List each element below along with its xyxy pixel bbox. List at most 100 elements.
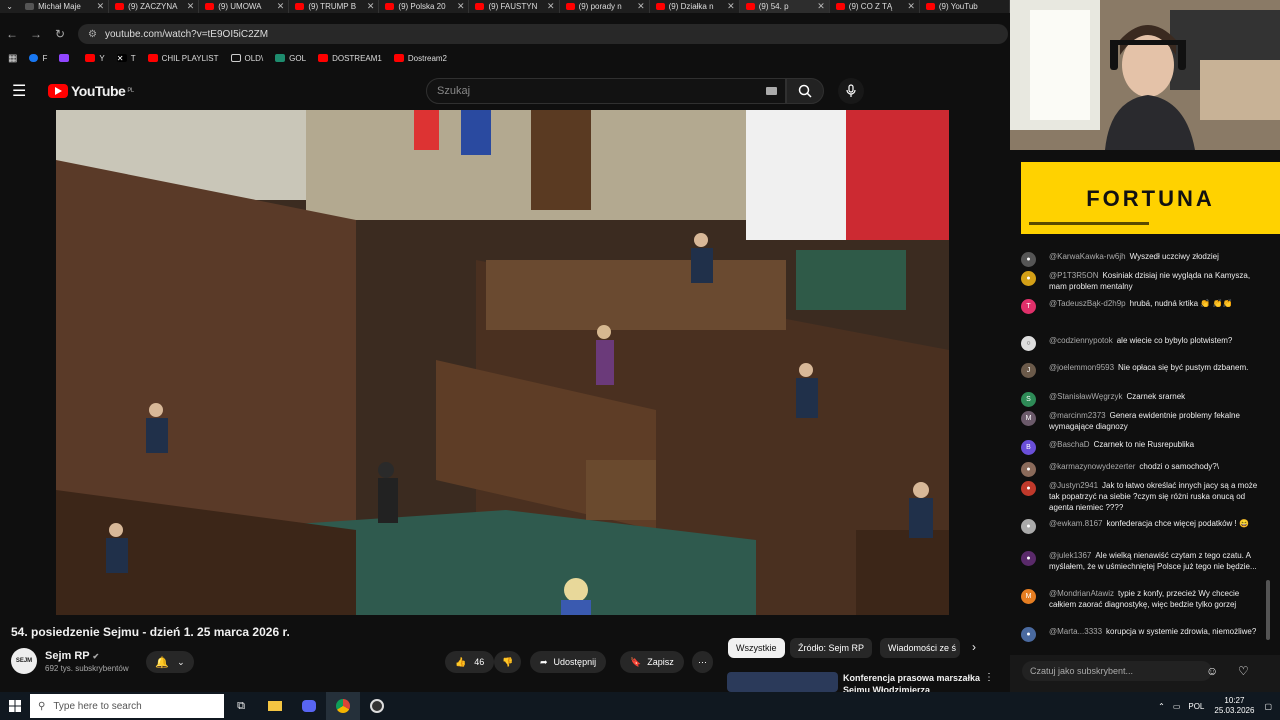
chip-all[interactable]: Wszystkie xyxy=(728,638,785,658)
youtube-play-icon xyxy=(48,84,68,98)
related-video-title[interactable]: Konferencja prasowa marszałka Sejmu Włod… xyxy=(843,672,983,692)
youtube-favicon-icon xyxy=(205,3,215,10)
chip-news[interactable]: Wiadomości ze ś xyxy=(880,638,960,658)
related-video-thumbnail[interactable] xyxy=(727,672,838,692)
discord-icon[interactable] xyxy=(292,692,326,720)
bookmark-item[interactable]: ✕ T xyxy=(116,54,136,63)
clock[interactable]: 10:27 25.03.2026 xyxy=(1214,696,1254,716)
windows-start-icon[interactable] xyxy=(0,700,30,712)
notification-icon[interactable]: ▢ xyxy=(1264,702,1272,711)
close-icon[interactable]: ✕ xyxy=(637,1,645,12)
chat-message: ● @Marta...3333 korupcja w systemie zdrowi… xyxy=(1020,626,1265,642)
search-button[interactable] xyxy=(786,78,824,104)
tab-search-chevron-icon[interactable]: ⌄ xyxy=(0,0,19,13)
tray-chevron-icon[interactable]: ⌃ xyxy=(1158,702,1165,711)
heart-icon[interactable]: ♡ xyxy=(1238,664,1249,678)
task-view-icon[interactable]: ⧉ xyxy=(224,692,258,720)
bookmark-item[interactable]: CHIL PLAYLIST xyxy=(147,54,219,63)
dislike-button[interactable]: 👎 xyxy=(494,651,522,673)
browser-tab[interactable]: (9) YouTub xyxy=(920,0,1010,13)
chat-message: ● @P1T3R5ON Kosiniak dzisiaj nie wygląda n… xyxy=(1020,270,1265,292)
close-icon[interactable]: ✕ xyxy=(727,1,735,12)
bookmark-item[interactable]: F xyxy=(29,54,47,63)
share-button[interactable]: ➦ Udostępnij xyxy=(530,651,607,673)
channel-name[interactable]: Sejm RP ✔ xyxy=(45,650,129,662)
site-info-icon[interactable]: ⚙ xyxy=(88,29,97,40)
emoji-icon[interactable]: ☺ xyxy=(1206,664,1218,678)
video-player[interactable] xyxy=(56,110,949,615)
close-icon[interactable]: ✕ xyxy=(367,1,375,12)
chat-scrollbar[interactable] xyxy=(1266,580,1270,640)
browser-tab-active[interactable]: (9) 54. p ✕ xyxy=(739,0,830,13)
obs-icon[interactable] xyxy=(360,692,394,720)
save-button[interactable]: 🔖 Zapisz xyxy=(620,651,684,673)
close-icon[interactable]: ✕ xyxy=(187,1,195,12)
close-icon[interactable]: ✕ xyxy=(817,1,825,12)
channel-info[interactable]: SEJM Sejm RP ✔ 692 tys. subskrybentów xyxy=(11,648,129,674)
like-button[interactable]: 👍 46 xyxy=(445,651,495,673)
windows-taskbar: ⚲ Type here to search ⧉ ⌃ ▭ POL 10:27 25.0… xyxy=(0,692,1280,720)
close-icon[interactable]: ✕ xyxy=(457,1,465,12)
bookmark-item[interactable] xyxy=(59,54,73,62)
chat-avatar: ● xyxy=(1021,481,1036,496)
browser-tab[interactable]: (9) ZACZYNA ✕ xyxy=(109,0,200,13)
tab-favicon-icon xyxy=(25,3,35,10)
bookmark-folder[interactable]: OLD\ xyxy=(230,54,263,63)
file-explorer-icon[interactable] xyxy=(258,692,292,720)
close-icon[interactable]: ✕ xyxy=(97,1,105,12)
search-icon: ⚲ xyxy=(38,700,46,712)
more-actions-button[interactable]: ⋯ xyxy=(692,651,713,673)
search-icon xyxy=(798,84,812,98)
browser-tab[interactable]: (9) Działka n ✕ xyxy=(650,0,740,13)
browser-tab[interactable]: (9) CO Z TĄ ✕ xyxy=(830,0,920,13)
bookmark-icon: 🔖 xyxy=(630,656,642,667)
channel-avatar[interactable]: SEJM xyxy=(11,648,37,674)
network-icon[interactable]: ▭ xyxy=(1173,702,1181,711)
bookmark-item[interactable]: Y xyxy=(85,54,105,63)
chevron-right-icon[interactable]: › xyxy=(972,640,976,654)
microphone-icon xyxy=(846,84,856,97)
close-icon[interactable]: ✕ xyxy=(907,1,915,12)
chip-source[interactable]: Źródło: Sejm RP xyxy=(790,638,873,658)
sponsor-fineprint xyxy=(1029,222,1149,225)
forward-icon[interactable]: → xyxy=(24,27,48,41)
language-indicator[interactable]: POL xyxy=(1188,702,1204,711)
share-icon: ➦ xyxy=(540,656,548,667)
windows-logo-icon xyxy=(9,700,21,712)
search-input[interactable]: Szukaj xyxy=(426,78,786,104)
close-icon[interactable]: ✕ xyxy=(547,1,555,12)
bookmark-item[interactable]: DOSTREAM1 xyxy=(318,54,382,63)
related-more-icon[interactable]: ⋮ xyxy=(984,672,994,683)
url-field[interactable]: ⚙ youtube.com/watch?v=tE9OI5iC2ZM xyxy=(78,24,1008,44)
bookmark-item[interactable]: Dostream2 xyxy=(393,54,447,63)
youtube-favicon-icon xyxy=(385,3,395,10)
voice-search-button[interactable] xyxy=(838,78,864,104)
close-icon[interactable]: ✕ xyxy=(277,1,285,12)
youtube-logo[interactable]: YouTube PL xyxy=(48,83,134,99)
browser-tab[interactable]: (9) Polska 20 ✕ xyxy=(379,0,470,13)
youtube-icon xyxy=(318,54,329,62)
tab-strip: ⌄ Michał Maje ✕ (9) ZACZYNA ✕ (9) UMOWA ✕ (… xyxy=(0,0,1010,13)
apps-grid-icon[interactable]: ▦ xyxy=(8,53,17,64)
browser-tab[interactable]: (9) FAUSTYN ✕ xyxy=(469,0,560,13)
chat-input[interactable]: Czatuj jako subskrybent... xyxy=(1022,661,1212,681)
back-icon[interactable]: ← xyxy=(0,27,24,41)
chat-avatar: ● xyxy=(1021,551,1036,566)
folder-icon xyxy=(230,54,241,62)
reload-icon[interactable]: ↻ xyxy=(48,27,72,41)
keyboard-icon[interactable] xyxy=(766,87,777,95)
webcam-frame xyxy=(1010,0,1280,150)
sponsor-banner: FORTUNA xyxy=(1021,162,1280,234)
browser-tab[interactable]: (9) TRUMP B ✕ xyxy=(289,0,380,13)
youtube-favicon-icon xyxy=(835,3,845,10)
browser-tab[interactable]: (9) UMOWA ✕ xyxy=(199,0,290,13)
system-tray: ⌃ ▭ POL 10:27 25.03.2026 ▢ xyxy=(1158,692,1280,720)
browser-tab[interactable]: (9) porady n ✕ xyxy=(560,0,650,13)
chat-message: M @marcinm2373 Genera ewidentnie problemy … xyxy=(1020,410,1265,432)
notification-bell-button[interactable]: 🔔 ⌄ xyxy=(146,651,194,673)
browser-tab[interactable]: Michał Maje ✕ xyxy=(19,0,110,13)
menu-icon[interactable]: ☰ xyxy=(12,81,36,101)
bookmark-item[interactable]: GOL xyxy=(275,54,306,63)
taskbar-search-input[interactable]: ⚲ Type here to search xyxy=(30,694,224,718)
chrome-icon[interactable] xyxy=(326,692,360,720)
